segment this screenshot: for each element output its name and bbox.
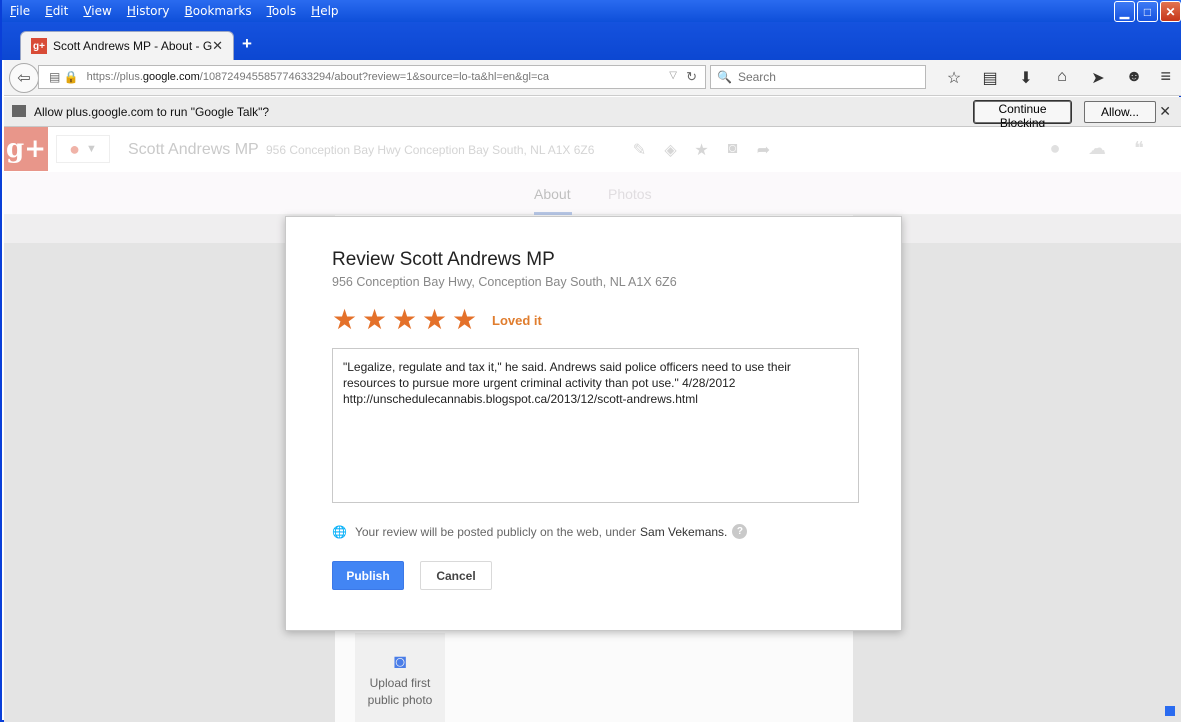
chat-icon[interactable]: ☻ [1116, 68, 1152, 88]
bookmark-star-icon[interactable]: ☆ [936, 68, 972, 88]
plugin-notification-bar: Allow plus.google.com to run "Google Tal… [4, 97, 1181, 130]
url-text: https://plus.google.com/1087249455857746… [86, 71, 549, 83]
star-rating: ★ ★ ★ ★ ★ Loved it [332, 305, 542, 335]
send-icon[interactable]: ➤ [1080, 68, 1116, 88]
review-textarea[interactable]: "Legalize, regulate and tax it," he said… [332, 348, 859, 503]
url-dropdown-icon[interactable]: ▽ [669, 70, 677, 81]
search-input[interactable] [737, 70, 918, 84]
camera-icon[interactable]: ◙ [717, 140, 748, 160]
star-4-icon[interactable]: ★ [422, 305, 452, 335]
gplus-account-icons: ● ☁ ❝ [1043, 138, 1151, 162]
tab-close-icon[interactable]: ✕ [212, 38, 223, 54]
menu-help[interactable]: Help [311, 4, 338, 18]
menu-file[interactable]: File [10, 4, 30, 18]
menu-bar: File Edit View History Bookmarks Tools H… [2, 0, 1181, 22]
url-bar[interactable]: ▤ 🔒 https://plus.google.com/108724945585… [38, 65, 706, 89]
close-window-button[interactable]: ✕ [1160, 1, 1181, 22]
star-2-icon[interactable]: ★ [362, 305, 392, 335]
review-dialog: Review Scott Andrews MP 956 Conception B… [285, 216, 902, 631]
place-name: Scott Andrews MP [128, 141, 259, 158]
notification-close-icon[interactable]: ✕ [1159, 103, 1171, 120]
menu-view[interactable]: View [83, 4, 111, 18]
back-arrow-icon[interactable]: ⇦ [9, 63, 39, 93]
share-icon[interactable]: ➦ [748, 140, 779, 160]
reading-list-icon[interactable]: ▤ [972, 68, 1008, 88]
star-1-icon[interactable]: ★ [332, 305, 362, 335]
gplus-favicon-icon: g+ [31, 38, 47, 54]
place-address: 956 Conception Bay Hwy Conception Bay So… [266, 143, 595, 157]
notifications-bell-icon[interactable]: ● [1043, 138, 1067, 162]
place-actions: ✎ ◈ ★ ◙ ➦ [624, 140, 779, 160]
upload-line1: Upload first [369, 676, 431, 690]
browser-window: File Edit View History Bookmarks Tools H… [0, 0, 1181, 722]
search-bar[interactable]: 🔍 [710, 65, 926, 89]
maximize-button[interactable]: □ [1137, 1, 1158, 22]
tab-title: Scott Andrews MP - About - G... [53, 39, 213, 53]
resize-grip[interactable] [1165, 706, 1175, 716]
gplus-header: g+ ● ▼ Scott Andrews MP 956 Conception B… [4, 127, 1181, 172]
toolbar-icons: ☆ ▤ ⬇ ⌂ ➤ ☻ [936, 68, 1152, 88]
globe-icon: 🌐 [332, 524, 347, 539]
window-controls: ▁ □ ✕ [1114, 1, 1181, 22]
tab-photos[interactable]: Photos [608, 186, 652, 202]
star-5-icon[interactable]: ★ [452, 305, 482, 335]
menu-bookmarks[interactable]: Bookmarks [185, 4, 252, 18]
notice-text: Your review will be posted publicly on t… [354, 524, 637, 539]
tab-strip: g+ Scott Andrews MP - About - G... ✕ + [2, 22, 1181, 60]
menu-tools[interactable]: Tools [267, 4, 297, 18]
user-name: Sam Vekemans. [640, 524, 728, 539]
place-tabs: About Photos [4, 172, 1181, 215]
cancel-button[interactable]: Cancel [420, 561, 492, 590]
allow-button[interactable]: Allow... [1084, 101, 1156, 123]
tab-scott-andrews[interactable]: g+ Scott Andrews MP - About - G... ✕ [20, 31, 234, 60]
new-tab-plus-icon[interactable]: + [242, 34, 252, 54]
site-identity-icon[interactable]: ▤ 🔒 [49, 70, 79, 84]
public-notice: 🌐 Your review will be posted publicly on… [332, 524, 748, 539]
location-menu-button[interactable]: ● ▼ [56, 135, 110, 163]
menu-history[interactable]: History [127, 4, 170, 18]
continue-blocking-button[interactable]: Continue Blocking [973, 100, 1072, 130]
star-3-icon[interactable]: ★ [392, 305, 422, 335]
map-pin-icon: ● [69, 138, 80, 159]
star-icon[interactable]: ★ [686, 140, 717, 160]
directions-icon[interactable]: ◈ [655, 140, 686, 160]
reload-icon[interactable]: ↻ [686, 69, 697, 85]
dialog-address: 956 Conception Bay Hwy, Conception Bay S… [332, 275, 677, 289]
home-icon[interactable]: ⌂ [1044, 68, 1080, 88]
upload-photo-box[interactable]: ◙ Upload first public photo [355, 633, 445, 722]
search-icon: 🔍 [717, 70, 732, 84]
minimize-button[interactable]: ▁ [1114, 1, 1135, 22]
download-icon[interactable]: ⬇ [1008, 68, 1044, 88]
menu-edit[interactable]: Edit [45, 4, 68, 18]
publish-button[interactable]: Publish [332, 561, 404, 590]
camera-upload-icon: ◙ [393, 651, 407, 673]
rating-label: Loved it [492, 312, 542, 328]
edit-pencil-icon[interactable]: ✎ [624, 140, 655, 160]
notification-message: Allow plus.google.com to run "Google Tal… [34, 105, 270, 119]
menu-hamburger-icon[interactable]: ≡ [1160, 66, 1171, 87]
navigation-bar: ⇦ ▤ 🔒 https://plus.google.com/1087249455… [4, 60, 1181, 96]
people-icon[interactable]: ☁ [1085, 138, 1109, 162]
gplus-logo[interactable]: g+ [4, 127, 48, 171]
hangouts-icon[interactable]: ❝ [1127, 138, 1151, 162]
help-icon[interactable]: ? [732, 524, 748, 539]
plugin-icon [12, 105, 26, 117]
dialog-title: Review Scott Andrews MP [332, 249, 555, 270]
upload-line2: public photo [367, 693, 433, 707]
chevron-down-icon: ▼ [85, 143, 97, 155]
tab-about[interactable]: About [534, 186, 571, 202]
